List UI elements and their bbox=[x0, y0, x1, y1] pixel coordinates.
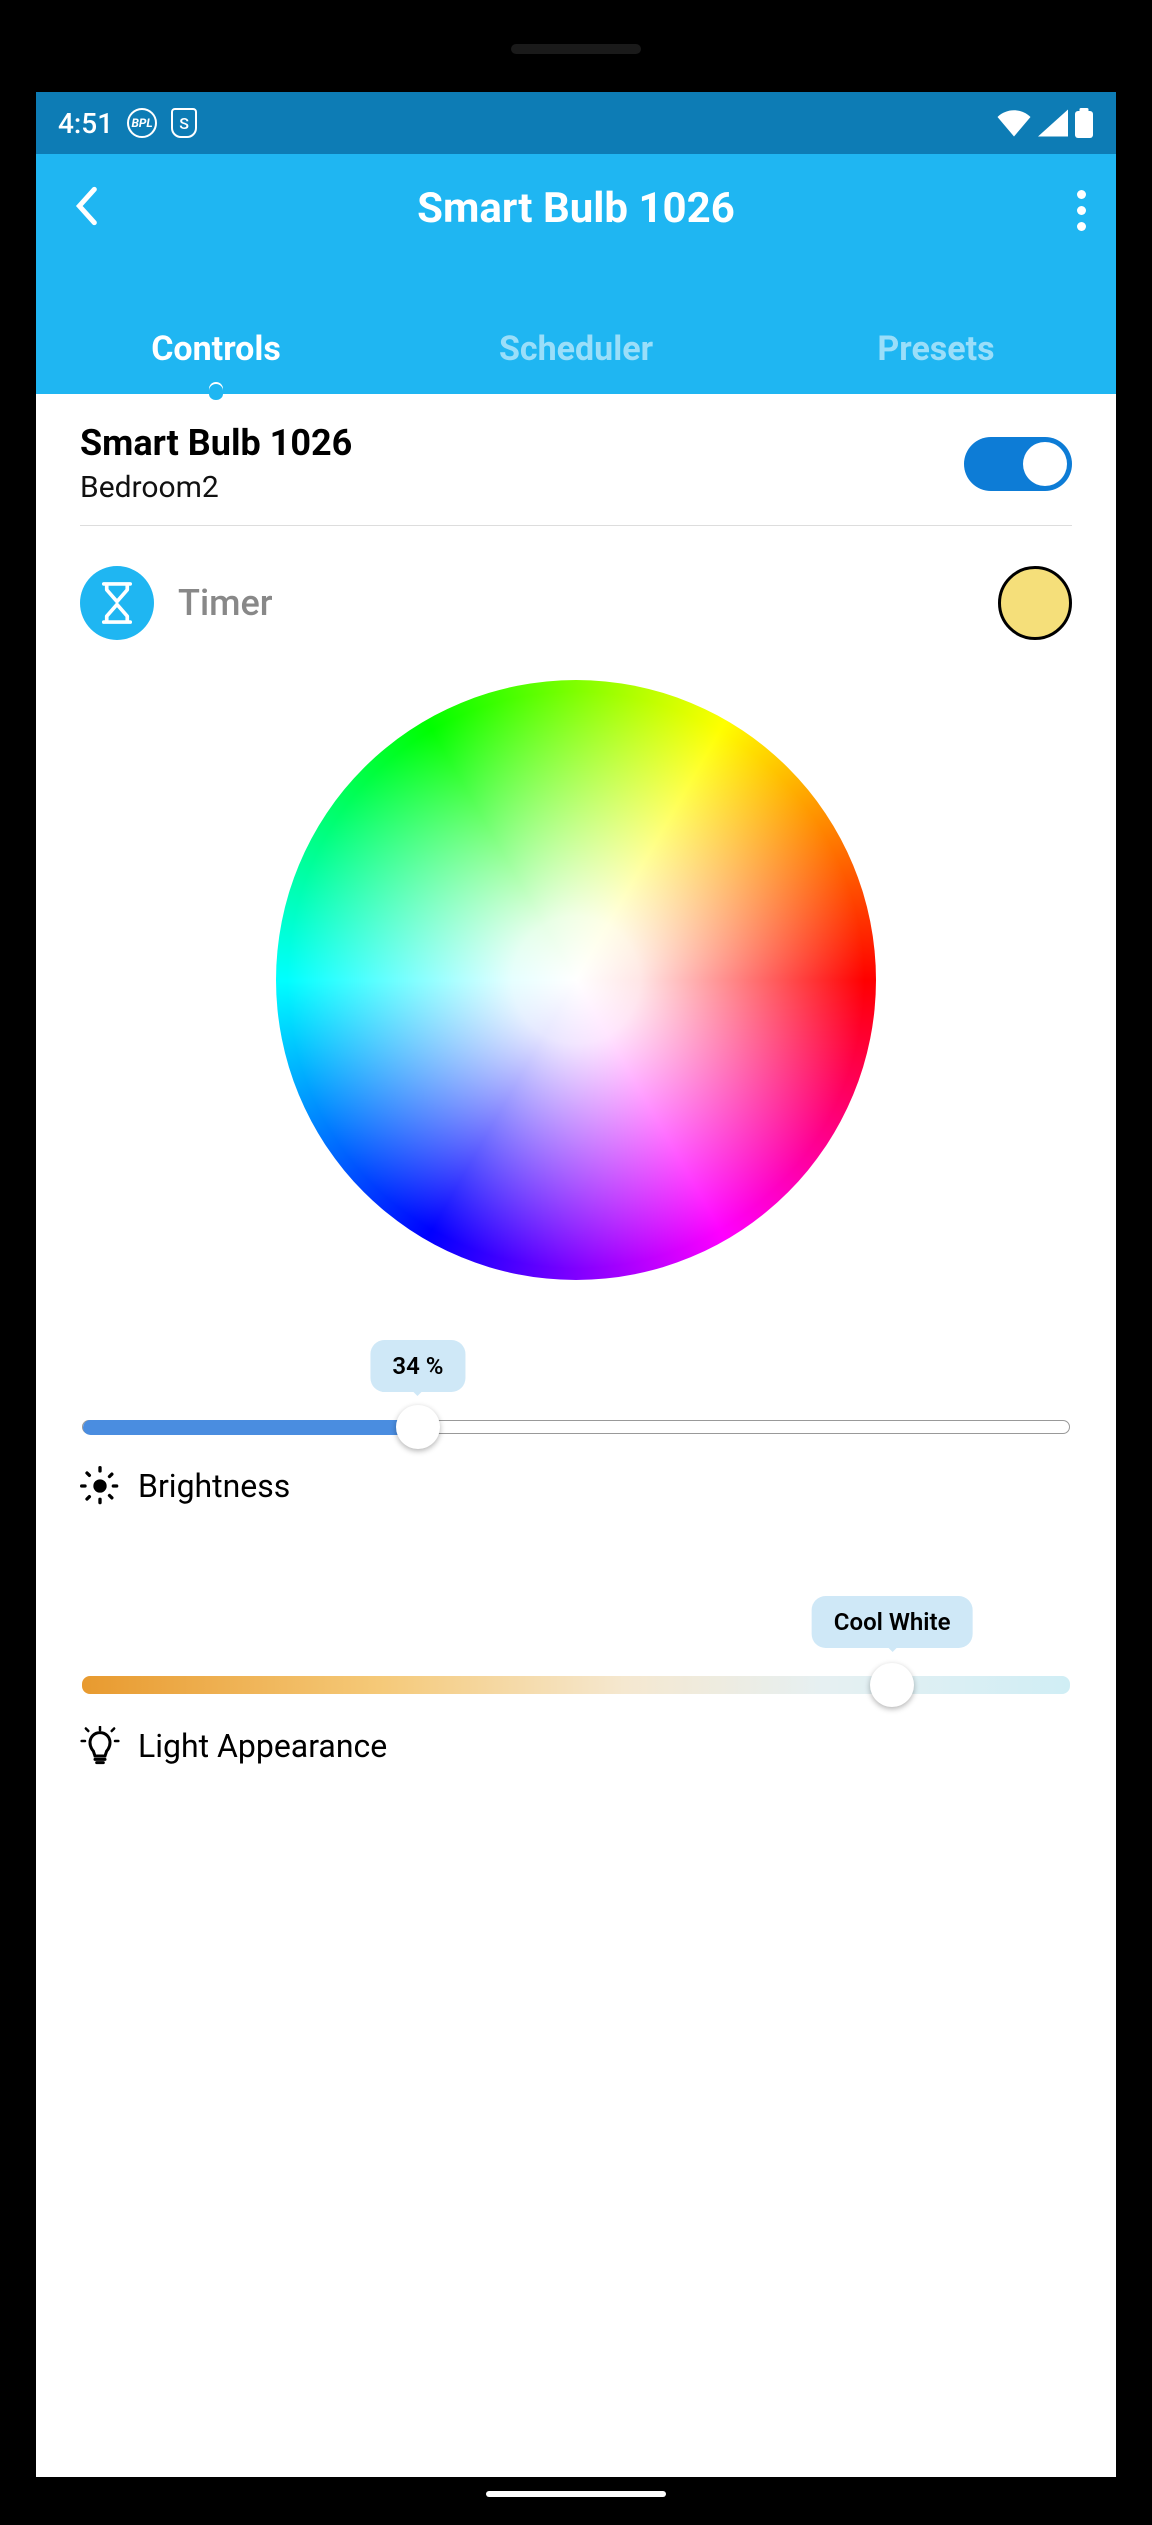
hourglass-icon bbox=[80, 566, 154, 640]
tab-label: Scheduler bbox=[499, 329, 653, 369]
brightness-label-row: Brightness bbox=[80, 1466, 1072, 1506]
slider-tooltip-wrap: Cool White bbox=[82, 1596, 1070, 1666]
appearance-label-row: Light Appearance bbox=[80, 1726, 1072, 1766]
signal-icon bbox=[1038, 109, 1068, 137]
timer-label: Timer bbox=[178, 582, 272, 624]
device-room: Bedroom2 bbox=[80, 470, 352, 505]
chevron-left-icon bbox=[73, 186, 99, 226]
tab-presets[interactable]: Presets bbox=[756, 304, 1116, 394]
color-wheel-container bbox=[80, 650, 1072, 1340]
brightness-icon bbox=[80, 1466, 120, 1506]
status-time: 4:51 bbox=[58, 107, 113, 140]
tab-bar: Controls Scheduler Presets bbox=[36, 304, 1116, 394]
device-header: Smart Bulb 1026 Bedroom2 bbox=[80, 394, 1072, 526]
power-toggle[interactable] bbox=[964, 437, 1072, 491]
lightbulb-icon bbox=[80, 1726, 120, 1766]
brightness-value-tooltip: 34 % bbox=[370, 1340, 465, 1392]
battery-icon bbox=[1074, 108, 1094, 138]
color-wheel-picker[interactable] bbox=[276, 680, 876, 1280]
dot-icon bbox=[1077, 190, 1086, 199]
active-tab-indicator bbox=[209, 388, 223, 400]
appearance-label: Light Appearance bbox=[138, 1727, 387, 1765]
brightness-slider[interactable] bbox=[82, 1420, 1070, 1434]
content-area: Smart Bulb 1026 Bedroom2 Timer bbox=[36, 394, 1116, 2477]
tab-label: Controls bbox=[151, 329, 281, 369]
slider-thumb[interactable] bbox=[870, 1663, 914, 1707]
device-info: Smart Bulb 1026 Bedroom2 bbox=[80, 422, 352, 505]
timer-row: Timer bbox=[80, 526, 1072, 650]
screen: 4:51 BPL S Smart Bulb 1026 bbox=[36, 92, 1116, 2477]
status-right bbox=[996, 108, 1094, 138]
tab-scheduler[interactable]: Scheduler bbox=[396, 304, 756, 394]
appearance-value-tooltip: Cool White bbox=[812, 1596, 973, 1648]
speaker-slot bbox=[511, 44, 641, 54]
appearance-slider[interactable] bbox=[82, 1676, 1070, 1694]
status-badge-shield-icon: S bbox=[171, 108, 197, 138]
tab-label: Presets bbox=[877, 329, 994, 369]
device-frame: 4:51 BPL S Smart Bulb 1026 bbox=[0, 0, 1152, 2525]
status-bar: 4:51 BPL S bbox=[36, 92, 1116, 154]
page-title: Smart Bulb 1026 bbox=[417, 184, 735, 233]
current-color-swatch[interactable] bbox=[998, 566, 1072, 640]
wifi-icon bbox=[996, 109, 1032, 137]
slider-fill bbox=[83, 1420, 418, 1435]
brightness-label: Brightness bbox=[138, 1467, 290, 1505]
toggle-knob bbox=[1023, 442, 1067, 486]
tab-controls[interactable]: Controls bbox=[36, 304, 396, 394]
brightness-section: 34 % Brightness bbox=[80, 1340, 1072, 1506]
slider-thumb[interactable] bbox=[396, 1405, 440, 1449]
device-name: Smart Bulb 1026 bbox=[80, 422, 352, 464]
status-left: 4:51 BPL S bbox=[58, 107, 197, 140]
overflow-menu-button[interactable] bbox=[1077, 190, 1086, 231]
status-badge-bpl-icon: BPL bbox=[127, 108, 157, 138]
appearance-section: Cool White Light Appearance bbox=[80, 1596, 1072, 1766]
dot-icon bbox=[1077, 222, 1086, 231]
app-bar: Smart Bulb 1026 bbox=[36, 154, 1116, 304]
timer-button[interactable]: Timer bbox=[80, 566, 272, 640]
back-button[interactable] bbox=[62, 182, 110, 230]
home-indicator[interactable] bbox=[486, 2491, 666, 2497]
slider-tooltip-wrap: 34 % bbox=[82, 1340, 1070, 1410]
dot-icon bbox=[1077, 206, 1086, 215]
